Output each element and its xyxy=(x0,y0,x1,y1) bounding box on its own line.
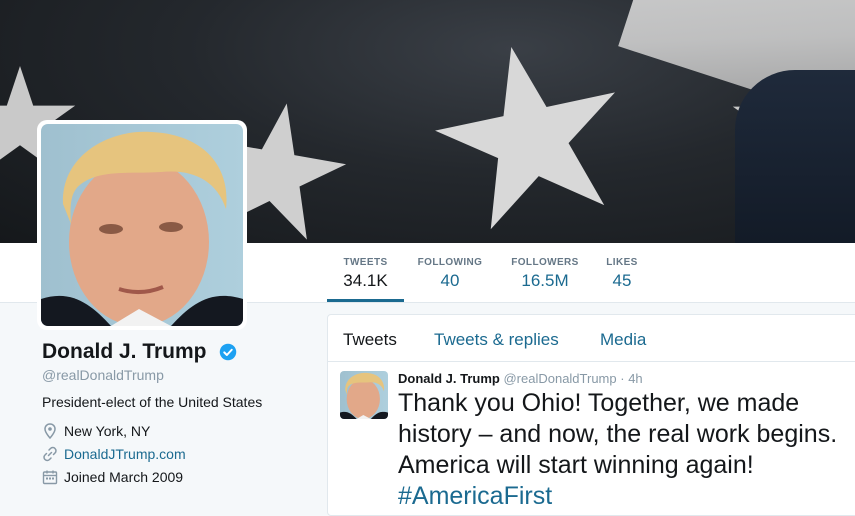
profile-handle[interactable]: @realDonaldTrump xyxy=(42,367,164,383)
calendar-icon xyxy=(42,470,58,485)
portrait-icon xyxy=(41,131,243,326)
profile-name[interactable]: Donald J. Trump xyxy=(42,340,207,364)
tweet-text: Thank you Ohio! Together, we made histor… xyxy=(398,388,855,512)
tweet-author-handle[interactable]: @realDonaldTrump xyxy=(503,371,616,386)
tweet-line: Thank you Ohio! Together, we made xyxy=(398,389,800,417)
stat-tweets[interactable]: TWEETS 34.1K xyxy=(327,243,404,302)
profile-bio: President-elect of the United States xyxy=(42,394,263,410)
stat-label: FOLLOWERS xyxy=(511,257,579,268)
profile-website: DonaldJTrump.com xyxy=(42,446,186,462)
tweet-line: history – and now, the real work begins. xyxy=(398,420,838,448)
banner-star-icon xyxy=(435,46,615,230)
stat-value: 45 xyxy=(612,271,632,290)
tab-tweets[interactable]: Tweets xyxy=(343,330,397,350)
tweet-timestamp[interactable]: · 4h xyxy=(620,371,642,386)
banner-figure xyxy=(735,70,855,243)
tweet-author-name[interactable]: Donald J. Trump xyxy=(398,371,500,386)
timeline-tabs: Tweets Tweets & replies Media xyxy=(328,315,855,362)
stat-likes[interactable]: LIKES 45 xyxy=(601,243,643,302)
tab-tweets-replies[interactable]: Tweets & replies xyxy=(434,330,559,350)
tweet-line: America will start winning again! xyxy=(398,451,754,479)
tweet-hashtag[interactable]: #AmericaFirst xyxy=(398,481,855,512)
stat-value: 34.1K xyxy=(343,271,388,290)
stat-followers[interactable]: FOLLOWERS 16.5M xyxy=(506,243,584,302)
stat-value: 16.5M xyxy=(521,271,569,290)
link-icon xyxy=(43,446,57,462)
joined-text: Joined March 2009 xyxy=(64,469,184,485)
avatar-photo xyxy=(41,124,243,326)
stat-label: FOLLOWING xyxy=(417,257,483,268)
location-pin-icon xyxy=(44,423,56,439)
tab-media[interactable]: Media xyxy=(600,330,646,350)
tweet-header: Donald J. Trump @realDonaldTrump · 4h xyxy=(398,371,643,386)
verified-badge-icon xyxy=(219,343,237,361)
stat-following[interactable]: FOLLOWING 40 xyxy=(414,243,486,302)
profile-joined: Joined March 2009 xyxy=(42,469,183,485)
stat-value: 40 xyxy=(440,271,460,290)
stat-label: LIKES xyxy=(606,257,638,268)
portrait-icon xyxy=(340,372,388,419)
location-text: New York, NY xyxy=(64,423,151,439)
website-link[interactable]: DonaldJTrump.com xyxy=(64,446,186,462)
tweet-avatar[interactable] xyxy=(340,371,388,419)
stat-label: TWEETS xyxy=(343,257,388,268)
profile-location: New York, NY xyxy=(42,423,150,439)
profile-avatar[interactable] xyxy=(37,120,247,330)
